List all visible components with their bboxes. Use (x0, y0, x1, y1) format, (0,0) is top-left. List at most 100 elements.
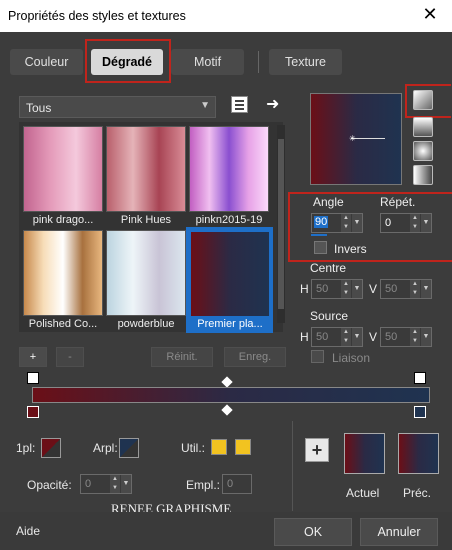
gradient-swatch (106, 126, 186, 212)
angle-stepper[interactable]: ▲ ▼ (341, 214, 351, 232)
gradient-swatch (189, 126, 269, 212)
chevron-down-icon[interactable]: ▼ (421, 214, 431, 232)
gradient-label: powderblue (117, 318, 175, 330)
arrow-right-icon[interactable]: ➜ (266, 94, 279, 114)
source-label: Source (310, 309, 349, 323)
repeat-stepper[interactable]: ▲ ▼ (410, 214, 420, 232)
gradient-swatch (106, 230, 186, 316)
util-swatch[interactable] (211, 439, 227, 455)
gradient-label: Pink Hues (120, 214, 172, 226)
close-icon[interactable]: ✕ (420, 4, 440, 25)
sunburst-style-icon[interactable] (413, 141, 433, 161)
link-label: Liaison (332, 351, 371, 365)
opacity-stepper[interactable]: ▲ ▼ (110, 475, 120, 493)
centre-v-label: V (369, 282, 378, 296)
gradient-swatch (23, 230, 103, 316)
save-button[interactable]: Enreg. (224, 347, 286, 367)
centre-label: Centre (310, 261, 347, 275)
angle-handle[interactable] (351, 138, 385, 139)
gradient-editor-bar[interactable] (32, 387, 430, 403)
angle-field[interactable]: 90 ▲ ▼ ▼ (311, 213, 363, 233)
bg-swatch[interactable] (119, 438, 139, 458)
cancel-button[interactable]: Annuler (360, 518, 438, 546)
add-stop-button[interactable]: + (19, 347, 47, 367)
fg-label: 1pl: (16, 441, 36, 455)
chevron-down-icon: ▼ (200, 100, 210, 111)
chevron-down-icon[interactable]: ▼ (352, 280, 362, 298)
tab-couleur[interactable]: Couleur (10, 49, 83, 75)
rectangular-style-icon[interactable] (413, 117, 433, 137)
source-h-label: H (300, 330, 309, 344)
location-value: 0 (227, 478, 234, 490)
current-label: Actuel (346, 486, 380, 500)
opacity-label: Opacité: (27, 478, 72, 492)
centre-h-label: H (300, 282, 309, 296)
chevron-down-icon[interactable]: ▼ (352, 328, 362, 346)
category-value: Tous (26, 101, 52, 115)
radial-style-icon[interactable] (413, 165, 433, 185)
library-scrollbar[interactable] (277, 125, 285, 323)
source-v-field[interactable]: 50 ▲ ▼ ▼ (380, 327, 432, 347)
source-h-stepper[interactable]: ▲ ▼ (341, 328, 351, 346)
location-field[interactable]: 0 (222, 474, 252, 494)
gradient-swatch (23, 126, 103, 212)
centre-v-value: 50 (385, 283, 398, 295)
opacity-stop-right[interactable] (414, 372, 426, 384)
help-link[interactable]: Aide (16, 524, 40, 538)
tab-motif[interactable]: Motif (171, 49, 244, 75)
opacity-field[interactable]: 0 ▲ ▼ ▼ (80, 474, 132, 494)
opacity-value: 0 (85, 478, 92, 490)
category-select[interactable]: Tous ▼ (19, 96, 216, 118)
gradient-label: Premier pla... (197, 318, 263, 330)
source-v-label: V (369, 330, 378, 344)
tab-texture[interactable]: Texture (269, 49, 342, 75)
source-v-stepper[interactable]: ▲ ▼ (410, 328, 420, 346)
gradient-thumb[interactable] (23, 230, 103, 316)
current-gradient-swatch[interactable] (344, 433, 385, 474)
repeat-field[interactable]: 0 ▲ ▼ ▼ (380, 213, 432, 233)
gradient-thumb[interactable] (106, 126, 186, 212)
chevron-down-icon[interactable]: ▼ (352, 214, 362, 232)
link-checkbox[interactable] (311, 350, 324, 363)
remove-stop-button[interactable]: - (56, 347, 84, 367)
opacity-stop-left[interactable] (27, 372, 39, 384)
centre-h-stepper[interactable]: ▲ ▼ (341, 280, 351, 298)
centre-h-field[interactable]: 50 ▲ ▼ ▼ (311, 279, 363, 299)
invert-label: Invers (334, 242, 367, 256)
ok-button[interactable]: OK (274, 518, 352, 546)
tab-separator (258, 51, 259, 73)
previous-gradient-swatch[interactable] (398, 433, 439, 474)
color-stop-left[interactable] (27, 406, 39, 418)
linear-style-icon[interactable] (413, 90, 433, 110)
fg-swatch[interactable] (41, 438, 61, 458)
util-swatch[interactable] (235, 439, 251, 455)
gradient-label: pink drago... (32, 214, 94, 226)
gradient-preview[interactable]: ✳ (310, 93, 402, 185)
angle-label: Angle (313, 195, 344, 209)
angle-bar (311, 234, 327, 236)
gradient-swatch (190, 231, 270, 317)
gradient-thumb-selected[interactable] (190, 231, 270, 317)
center-marker-icon[interactable]: ✳ (349, 134, 356, 143)
chevron-down-icon[interactable]: ▼ (421, 328, 431, 346)
library-icon[interactable] (231, 96, 248, 113)
tab-degrade[interactable]: Dégradé (91, 49, 163, 75)
repeat-value: 0 (385, 217, 392, 229)
centre-v-stepper[interactable]: ▲ ▼ (410, 280, 420, 298)
source-h-field[interactable]: 50 ▲ ▼ ▼ (311, 327, 363, 347)
chevron-down-icon[interactable]: ▼ (121, 475, 131, 493)
divider (292, 421, 293, 511)
source-h-value: 50 (316, 331, 329, 343)
chevron-down-icon[interactable]: ▼ (421, 280, 431, 298)
gradient-thumb[interactable] (189, 126, 269, 212)
gradient-thumb[interactable] (106, 230, 186, 316)
util-label: Util.: (181, 441, 205, 455)
window-title: Propriétés des styles et textures (8, 9, 186, 23)
add-to-library-button[interactable]: + (305, 438, 329, 462)
centre-v-field[interactable]: 50 ▲ ▼ ▼ (380, 279, 432, 299)
location-label: Empl.: (186, 478, 221, 492)
reset-button[interactable]: Réinit. (151, 347, 213, 367)
gradient-thumb[interactable] (23, 126, 103, 212)
invert-checkbox[interactable] (314, 241, 327, 254)
color-stop-right[interactable] (414, 406, 426, 418)
